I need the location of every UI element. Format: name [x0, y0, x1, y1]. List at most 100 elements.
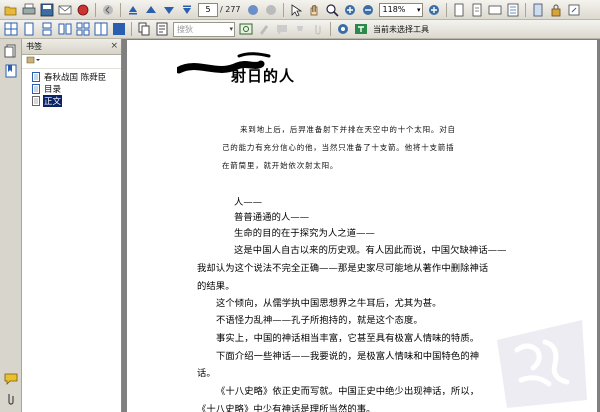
toolbar-separator [282, 2, 284, 17]
bookmark-label: 目录 [44, 85, 62, 95]
bookmark-label: 正文 [43, 95, 63, 107]
email-icon[interactable] [57, 2, 73, 18]
toolbar-separator [120, 2, 121, 17]
intro-line: 己的能力有充分信心的他，当然只准备了十支箭。他将十支箭插 [222, 143, 455, 152]
document-viewport[interactable]: 射日的人 来到地上后，后羿准备射下并排在天空中的十个太阳。对自 己的能力有充分信… [122, 39, 600, 412]
note-icon[interactable] [274, 21, 290, 37]
bookmarks-panel: 书签 × 春秋战国 陈舜臣 目录 正文 [22, 39, 122, 412]
bookmark-item[interactable]: 目录 [22, 83, 121, 95]
bookmark-item[interactable]: 春秋战国 陈舜臣 [22, 71, 121, 83]
body-line: 这是中国人自古以来的历史观。有人因此而说，中国欠缺神话—— [234, 245, 507, 256]
bookmark-label: 春秋战国 陈舜臣 [44, 73, 107, 83]
zoom-level-select[interactable]: 118% ▾ [378, 2, 423, 17]
select-tool-icon[interactable] [288, 2, 304, 18]
last-page-icon[interactable] [179, 2, 195, 18]
continuous-facing-icon[interactable] [75, 21, 91, 37]
go-back-icon[interactable] [245, 2, 261, 18]
page-number-input[interactable]: 5 [198, 2, 218, 17]
rotate-icon[interactable] [530, 2, 546, 18]
single-page-icon[interactable] [21, 21, 37, 37]
navigation-panel-strip [0, 39, 22, 412]
hand-tool-icon[interactable] [306, 2, 322, 18]
bookmark-item-selected[interactable]: 正文 [22, 95, 121, 107]
close-icon[interactable]: × [110, 39, 118, 54]
copy-icon[interactable] [136, 21, 152, 37]
tool-status-label: 当前未选择工具 [373, 24, 429, 34]
open-icon[interactable] [3, 2, 19, 18]
toolbar-separator [445, 2, 447, 17]
grid-icon[interactable] [3, 21, 19, 37]
go-forward-icon[interactable] [263, 2, 279, 18]
bookmarks-panel-header: 书签 × [22, 39, 121, 55]
comments-icon[interactable] [3, 370, 19, 386]
toolbar-separator [131, 22, 132, 36]
body-line: 《十八史略》中少有神话是理所当然的事。 [197, 404, 376, 412]
bookmarks-panel-tools [22, 55, 121, 69]
body-line: 《十八史略》依正史而写就。中国正史中绝少出现神话，所以， [216, 386, 480, 397]
zoom-increase-icon[interactable] [426, 2, 442, 18]
first-page-icon[interactable] [125, 2, 141, 18]
snapshot-icon[interactable] [335, 21, 351, 37]
bookmark-tree: 春秋战国 陈舜臣 目录 正文 [22, 69, 121, 107]
body-line: 事实上，中国的神话相当丰富，它甚至具有极富人情味的特质。 [216, 333, 480, 344]
body-line: 普普通通的人—— [234, 212, 310, 223]
actual-size-icon[interactable] [451, 2, 467, 18]
toolbar-separator [330, 22, 331, 36]
intro-line: 在箭筒里，就开始依次射太阳。 [222, 161, 339, 170]
search-input[interactable]: 搜狄 ▾ [173, 21, 235, 37]
text-select-icon[interactable] [154, 21, 170, 37]
body-line: 话。 [197, 368, 216, 379]
body-line: 不语怪力乱神——孔子所抱持的，就是这个态度。 [216, 315, 423, 326]
zoom-in-icon[interactable] [342, 2, 358, 18]
find-icon[interactable] [238, 21, 254, 37]
toolbar-separator [95, 2, 96, 17]
zoom-tool-icon[interactable] [324, 2, 340, 18]
document-page: 射日的人 来到地上后，后羿准备射下并排在天空中的十个太阳。对自 己的能力有充分信… [127, 40, 597, 412]
body-line: 生命的目的在于探究为人之道—— [234, 228, 375, 239]
attach-icon[interactable] [310, 21, 326, 37]
facing-icon[interactable] [57, 21, 73, 37]
watermark-stamp [497, 320, 587, 408]
reflow-icon[interactable] [505, 2, 521, 18]
chevron-down-icon: ▾ [417, 5, 421, 14]
next-page-icon[interactable] [161, 2, 177, 18]
highlight-icon[interactable] [256, 21, 272, 37]
body-line: 的结果。 [197, 281, 235, 292]
options-icon[interactable] [26, 55, 40, 68]
fit-page-icon[interactable] [469, 2, 485, 18]
bookmarks-icon[interactable] [3, 63, 19, 79]
chapter-title: 射日的人 [231, 67, 296, 85]
export-icon[interactable] [75, 2, 91, 18]
toolbar-separator [524, 2, 526, 17]
prev-page-icon[interactable] [143, 2, 159, 18]
print-icon[interactable] [21, 2, 37, 18]
back-icon[interactable] [100, 2, 116, 18]
document-icon [32, 72, 40, 82]
page-total: / 277 [220, 5, 241, 14]
secondary-toolbar: 搜狄 ▾ 当前未选择工具 [0, 20, 600, 39]
main-toolbar: 5 / 277 118% ▾ [0, 0, 600, 20]
document-icon [32, 96, 40, 106]
search-placeholder: 搜狄 [177, 24, 193, 34]
lock-icon[interactable] [548, 2, 564, 18]
fullscreen-icon[interactable] [111, 21, 127, 37]
columns-icon[interactable] [93, 21, 109, 37]
save-icon[interactable] [39, 2, 55, 18]
chevron-down-icon: ▾ [229, 24, 233, 33]
document-icon [32, 84, 40, 94]
body-line: 下面介绍一些神话——我要说的，是极富人情味和中国特色的神 [216, 351, 480, 362]
body-line: 这个倾向，从儒学执中国思想界之牛耳后，尤其为甚。 [216, 298, 442, 309]
attachment-icon[interactable] [3, 391, 19, 407]
continuous-icon[interactable] [39, 21, 55, 37]
intro-line: 来到地上后，后羿准备射下并排在天空中的十个太阳。对自 [240, 125, 456, 134]
pages-icon[interactable] [3, 43, 19, 59]
body-line: 人—— [234, 197, 263, 208]
zoom-out-icon[interactable] [360, 2, 376, 18]
stamp-icon[interactable] [292, 21, 308, 37]
bookmarks-panel-title: 书签 [26, 42, 42, 51]
typewriter-icon[interactable] [353, 21, 369, 37]
fit-width-icon[interactable] [487, 2, 503, 18]
zoom-value: 118% [382, 4, 406, 14]
help-icon[interactable] [566, 2, 582, 18]
body-line: 我却认为这个说法不完全正确——那是史家尽可能地从著作中删除神话 [197, 263, 489, 274]
